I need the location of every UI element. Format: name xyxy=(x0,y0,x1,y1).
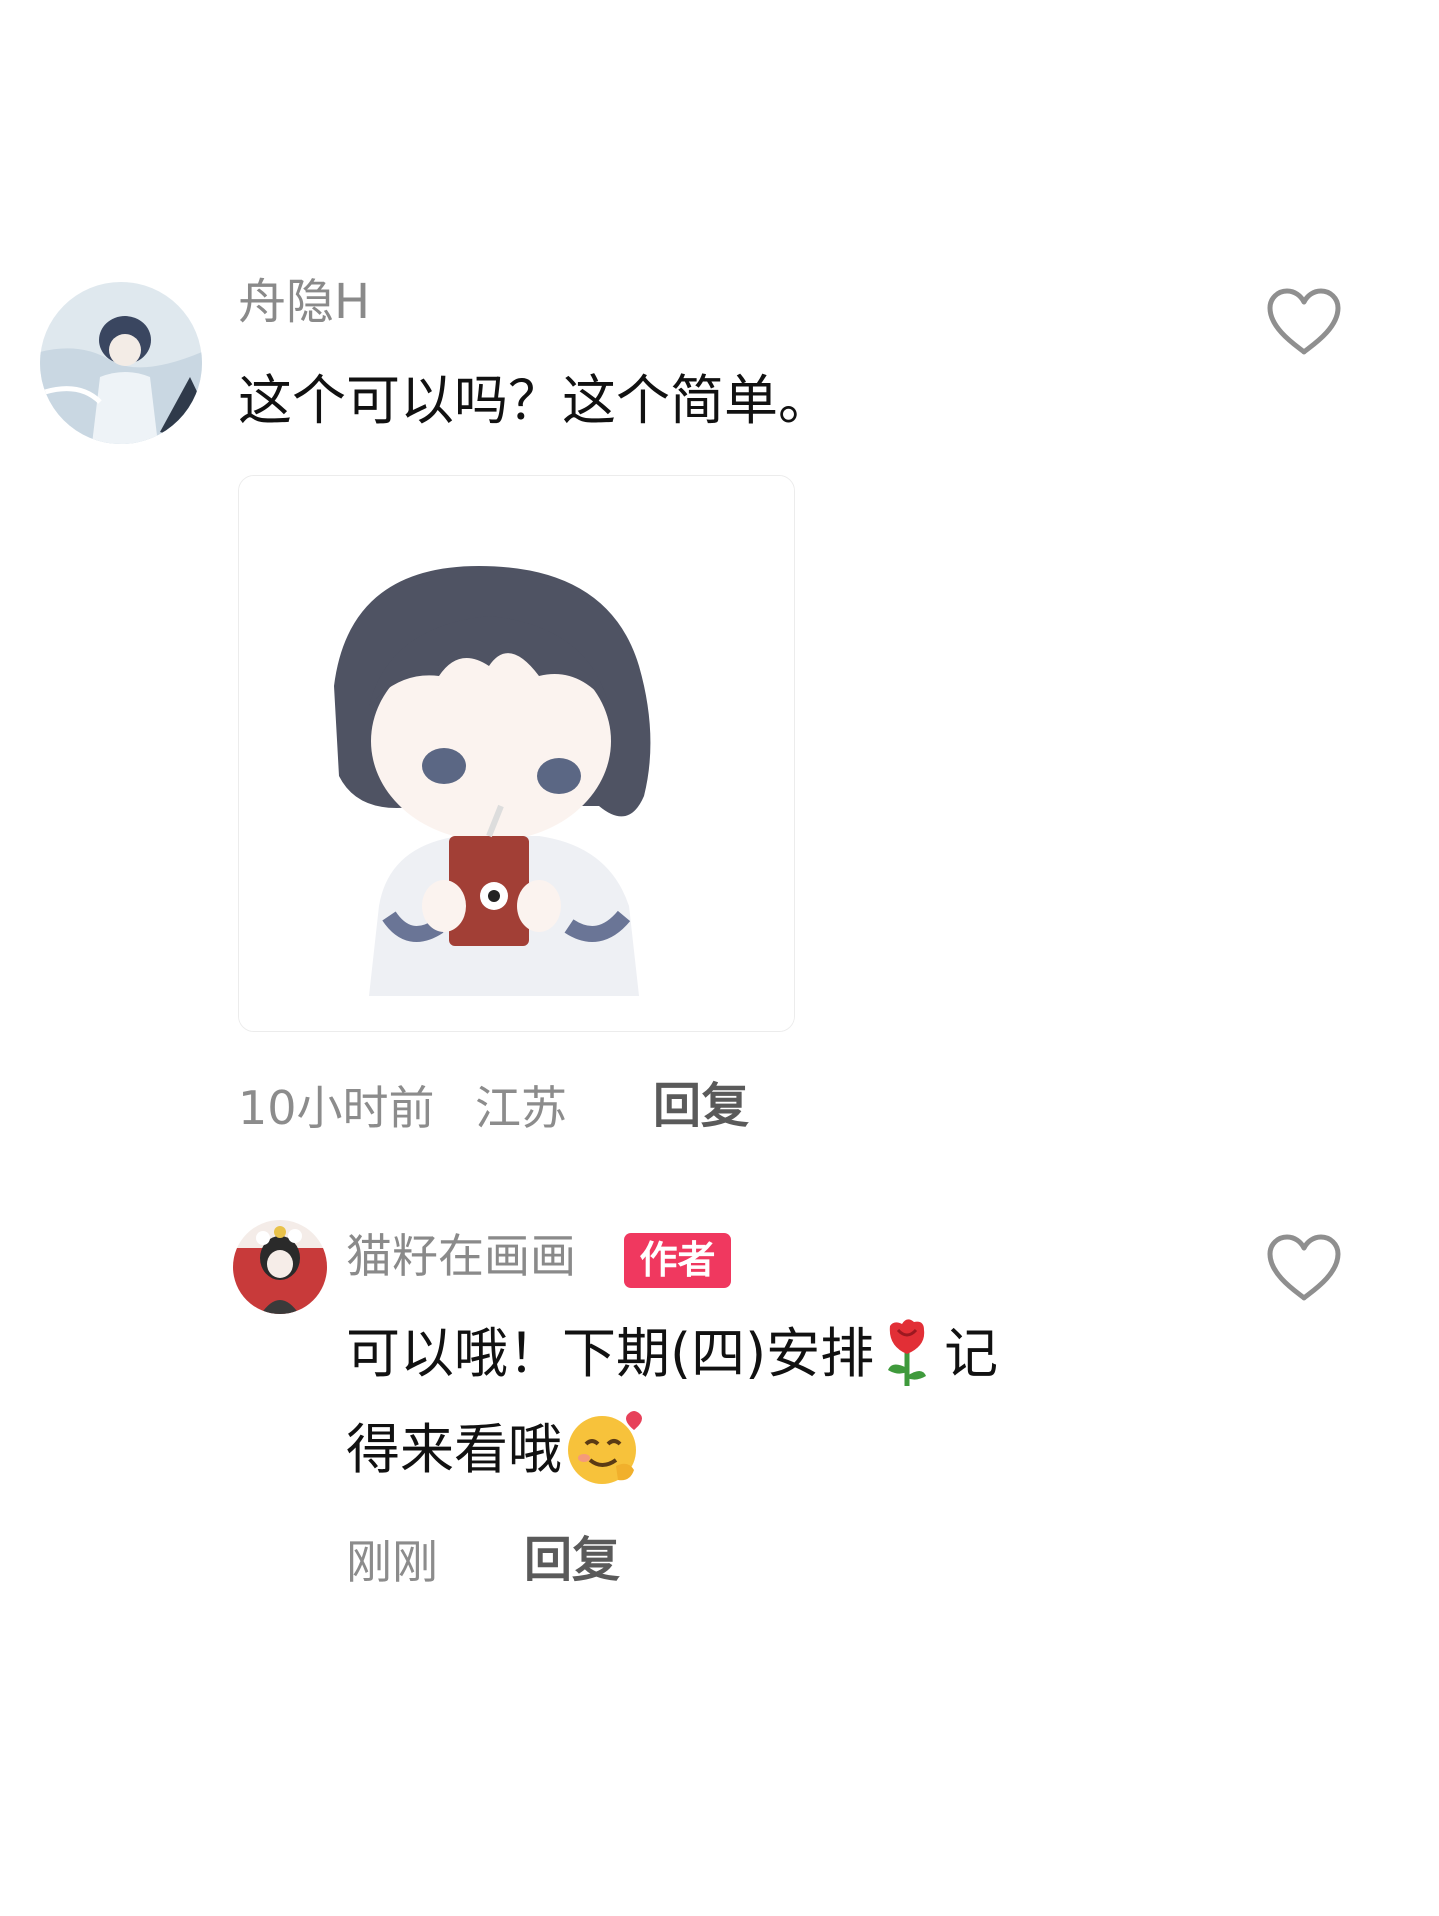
avatar-icon xyxy=(233,1220,327,1314)
heart-icon xyxy=(1267,1234,1341,1301)
comment-image[interactable] xyxy=(238,475,795,1032)
chibi-character-icon xyxy=(239,476,794,1031)
avatar-icon xyxy=(40,282,202,444)
reply-comment-item: 猫籽在画画 作者 可以哦！下期(四)安排 记 得来看哦 刚刚 回复 xyxy=(0,1180,1439,1630)
username[interactable]: 猫籽在画画 xyxy=(346,1228,576,1284)
comment-text: 可以哦！下期(四)安排 记 xyxy=(346,1316,998,1387)
comment-location: 江苏 xyxy=(475,1081,567,1135)
rose-emoji-icon xyxy=(878,1316,936,1386)
like-button[interactable] xyxy=(1264,1232,1344,1304)
comment-text: 这个可以吗？这个简单。 xyxy=(238,369,832,432)
comment-text-line1: 可以哦！下期(四)安排 xyxy=(346,1322,875,1385)
heart-icon xyxy=(1267,288,1341,355)
comment-text-line2-row: 得来看哦 xyxy=(346,1408,646,1486)
comment-text-line2: 得来看哦 xyxy=(346,1418,562,1481)
smiling-face-with-hearts-emoji-icon xyxy=(564,1408,646,1486)
comment-item: 舟隐H 这个可以吗？这个简单。 10小时前 江苏 回复 xyxy=(0,0,1439,1180)
like-button[interactable] xyxy=(1264,286,1344,358)
comment-time: 10小时前 xyxy=(238,1081,435,1135)
username[interactable]: 舟隐H xyxy=(238,274,370,330)
author-badge: 作者 xyxy=(624,1233,731,1288)
comment-text-line1-tail: 记 xyxy=(944,1322,999,1385)
user-avatar[interactable] xyxy=(40,282,202,444)
reply-button[interactable]: 回复 xyxy=(524,1532,620,1588)
comment-time: 刚刚 xyxy=(346,1535,438,1589)
user-avatar[interactable] xyxy=(233,1220,327,1314)
reply-button[interactable]: 回复 xyxy=(653,1078,749,1134)
